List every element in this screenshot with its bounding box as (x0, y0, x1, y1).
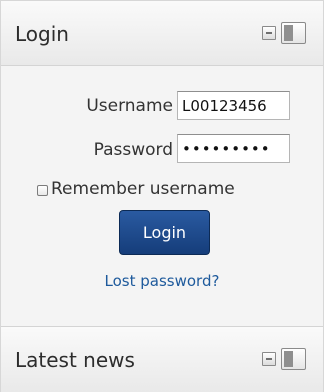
dock-panel-icon[interactable] (281, 22, 306, 44)
news-block-title: Latest news (15, 348, 135, 372)
block-column: Login Username Password Remember usernam… (0, 0, 324, 392)
remember-username-checkbox[interactable] (37, 185, 48, 196)
password-input[interactable] (177, 134, 290, 163)
news-block-header: Latest news (1, 326, 323, 392)
password-label: Password (93, 140, 173, 160)
login-button[interactable]: Login (119, 210, 210, 255)
login-block-title: Login (15, 22, 69, 46)
minus-box-icon[interactable] (262, 26, 276, 40)
username-row: Username (1, 91, 323, 123)
remember-row: Remember username (1, 179, 323, 201)
login-block-controls (262, 22, 306, 46)
username-label: Username (86, 96, 173, 116)
lost-password-link[interactable]: Lost password? (1, 272, 323, 290)
news-block-controls (262, 348, 306, 372)
login-block-header: Login (1, 0, 323, 66)
login-form: Username Password Remember username Logi… (1, 66, 323, 326)
remember-username-label: Remember username (51, 179, 235, 199)
username-input[interactable] (177, 91, 290, 120)
password-row: Password (1, 134, 323, 166)
dock-panel-icon[interactable] (281, 348, 306, 370)
minus-box-icon[interactable] (262, 352, 276, 366)
